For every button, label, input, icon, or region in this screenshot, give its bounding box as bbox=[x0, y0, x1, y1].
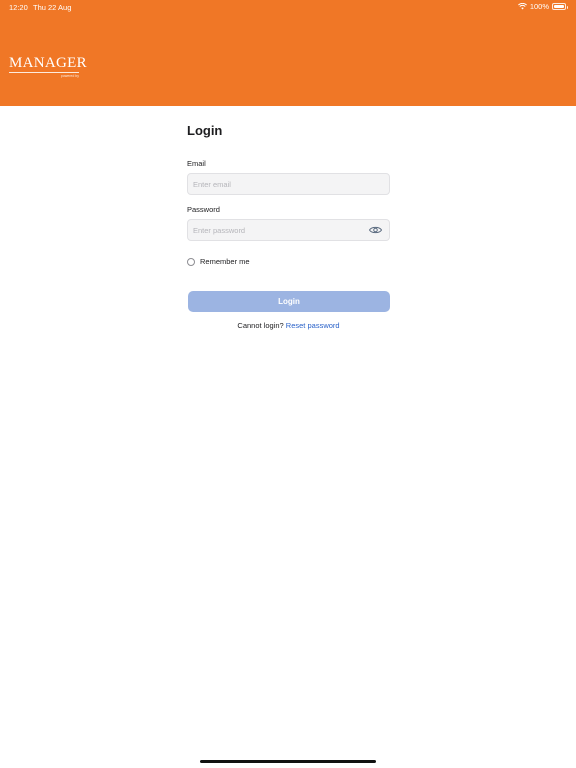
status-date: Thu 22 Aug bbox=[33, 3, 72, 12]
battery-percentage: 100% bbox=[529, 2, 549, 11]
cannot-login-text: Cannot login? bbox=[237, 321, 284, 330]
logo-subtext: powered by bbox=[60, 74, 79, 78]
page-title: Login bbox=[187, 123, 223, 138]
manager-logo: MANAGER powered by bbox=[9, 56, 87, 78]
eye-icon[interactable] bbox=[369, 225, 382, 235]
remember-me-row[interactable]: Remember me bbox=[187, 257, 250, 266]
password-field-box bbox=[187, 219, 390, 241]
battery-icon bbox=[552, 3, 568, 10]
header-banner: 12:20 Thu 22 Aug 100% MANAGER powered by bbox=[0, 0, 576, 106]
email-field[interactable] bbox=[188, 174, 363, 195]
battery-fill bbox=[554, 5, 564, 8]
status-bar: 12:20 Thu 22 Aug 100% bbox=[0, 0, 576, 14]
logo-rule bbox=[9, 72, 79, 73]
reset-password-link[interactable]: Reset password bbox=[286, 321, 340, 330]
logo-text: MANAGER bbox=[9, 55, 87, 71]
wifi-icon bbox=[517, 3, 527, 10]
login-button[interactable]: Login bbox=[188, 291, 390, 312]
home-indicator[interactable] bbox=[200, 760, 376, 763]
reset-row: Cannot login? Reset password bbox=[187, 321, 390, 330]
status-indicators: 100% bbox=[517, 2, 568, 11]
email-field-box bbox=[187, 173, 390, 195]
password-field[interactable] bbox=[188, 220, 363, 241]
email-label: Email bbox=[187, 159, 206, 168]
remember-me-radio[interactable] bbox=[187, 257, 195, 266]
remember-me-label: Remember me bbox=[200, 257, 250, 266]
password-label: Password bbox=[187, 205, 220, 214]
status-time: 12:20 bbox=[9, 3, 28, 12]
